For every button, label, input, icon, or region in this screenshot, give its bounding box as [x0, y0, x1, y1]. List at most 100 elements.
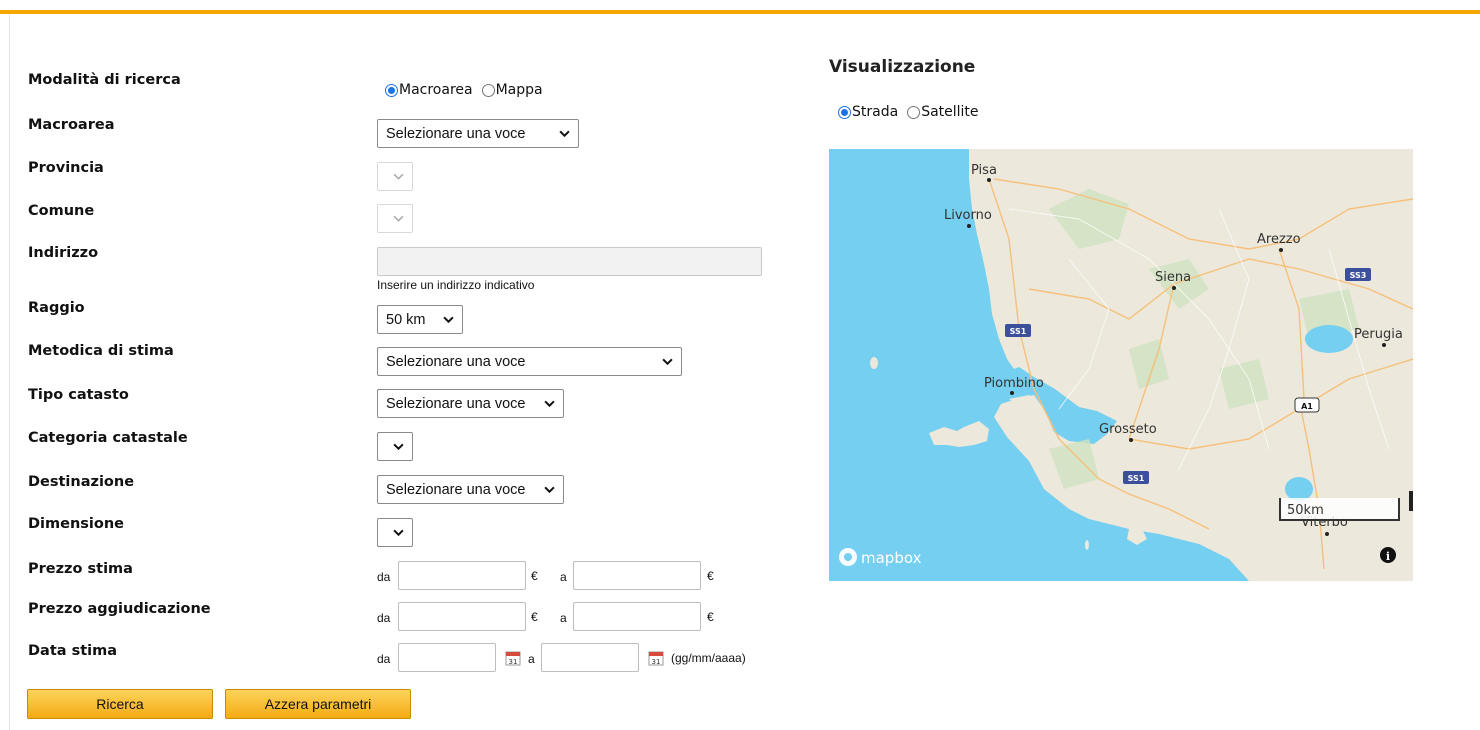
dimensione-select[interactable] — [377, 518, 413, 547]
city-label-arezzo: Arezzo — [1257, 232, 1301, 247]
chevron-down-icon — [662, 358, 673, 366]
chevron-down-icon — [393, 173, 404, 180]
road-label-a1: A1 — [1301, 402, 1313, 411]
label-metodica: Metodica di stima — [28, 343, 174, 359]
raggio-select-value: 50 km — [386, 311, 426, 328]
chevron-down-icon — [393, 443, 404, 451]
city-label-siena: Siena — [1155, 270, 1191, 285]
chevron-down-icon — [393, 215, 404, 222]
svg-text:i: i — [1386, 550, 1390, 563]
data-stima-from-input[interactable] — [398, 643, 496, 672]
currency-label: € — [531, 610, 538, 624]
chevron-down-icon — [559, 130, 570, 138]
provincia-select[interactable] — [377, 162, 413, 191]
radio-strada[interactable] — [838, 105, 851, 119]
city-label-grosseto: Grosseto — [1099, 422, 1157, 437]
search-button[interactable]: Ricerca — [27, 689, 213, 719]
map-style-radio-group: Strada Satellite — [838, 104, 988, 120]
label-macroarea: Macroarea — [28, 117, 115, 133]
modalita-radio-group: Macroarea Mappa — [385, 82, 552, 98]
road-label-ss3: SS3 — [1350, 271, 1367, 280]
prezzo-stima-from-input[interactable] — [398, 561, 526, 590]
prezzo-stima-from-label: da — [377, 570, 391, 584]
prezzo-agg-to-input[interactable] — [573, 602, 701, 631]
radio-strada-label[interactable]: Strada — [852, 104, 898, 120]
label-prezzo-aggiudicazione: Prezzo aggiudicazione — [28, 601, 211, 617]
data-stima-to-input[interactable] — [541, 643, 639, 672]
chevron-down-icon — [544, 400, 555, 408]
city-label-livorno: Livorno — [944, 208, 992, 223]
lake-trasimeno — [1305, 325, 1353, 353]
prezzo-stima-to-label: a — [560, 570, 567, 584]
tipo-catasto-select[interactable]: Selezionare una voce — [377, 389, 564, 418]
label-indirizzo: Indirizzo — [28, 245, 99, 261]
label-provincia: Provincia — [28, 160, 104, 176]
scale-label: 50km — [1287, 503, 1324, 518]
currency-label: € — [707, 610, 714, 624]
calendar-icon[interactable]: 31 — [505, 650, 521, 666]
data-stima-from-label: da — [377, 652, 391, 666]
chevron-down-icon — [544, 486, 555, 494]
mapbox-logo[interactable]: mapbox — [839, 548, 922, 567]
map-canvas[interactable]: Pisa Livorno Arezzo Siena Perugia Piombi… — [829, 149, 1413, 581]
raggio-select[interactable]: 50 km — [377, 305, 463, 334]
indirizzo-input[interactable] — [377, 247, 762, 276]
label-tipo-catasto: Tipo catasto — [28, 387, 129, 403]
label-modalita: Modalità di ricerca — [28, 72, 181, 88]
left-divider — [9, 14, 10, 730]
label-dimensione: Dimensione — [28, 516, 124, 532]
reset-button[interactable]: Azzera parametri — [225, 689, 411, 719]
categoria-select[interactable] — [377, 432, 413, 461]
macroarea-select[interactable]: Selezionare una voce — [377, 119, 579, 148]
tipo-catasto-select-value: Selezionare una voce — [386, 395, 526, 412]
prezzo-agg-from-input[interactable] — [398, 602, 526, 631]
road-shield-ss1-north: SS1 — [1005, 324, 1031, 337]
radio-satellite-label[interactable]: Satellite — [921, 104, 978, 120]
radio-satellite[interactable] — [907, 105, 921, 119]
attribution-text: mapbox — [861, 549, 922, 567]
city-label-pisa: Pisa — [971, 163, 997, 178]
road-shield-ss1-south: SS1 — [1123, 471, 1149, 484]
metodica-select[interactable]: Selezionare una voce — [377, 347, 682, 376]
data-stima-to-label: a — [528, 652, 535, 666]
map-view[interactable]: Pisa Livorno Arezzo Siena Perugia Piombi… — [829, 149, 1413, 581]
road-shield-ss3: SS3 — [1345, 268, 1371, 281]
chevron-down-icon — [393, 529, 404, 537]
label-destinazione: Destinazione — [28, 474, 135, 490]
radio-mappa[interactable] — [481, 83, 495, 97]
road-label-ss1: SS1 — [1128, 474, 1145, 483]
radio-macroarea-label[interactable]: Macroarea — [399, 82, 473, 98]
radio-mappa-label[interactable]: Mappa — [496, 82, 543, 98]
macroarea-select-value: Selezionare una voce — [386, 125, 526, 142]
label-data-stima: Data stima — [28, 643, 118, 659]
island-gorgona — [870, 357, 878, 369]
island-giglio — [1085, 540, 1089, 550]
road-shield-a1: A1 — [1294, 397, 1320, 413]
comune-select[interactable] — [377, 204, 413, 233]
map-panel-title: Visualizzazione — [829, 57, 976, 77]
destinazione-select-value: Selezionare una voce — [386, 481, 526, 498]
calendar-icon[interactable]: 31 — [648, 650, 664, 666]
label-comune: Comune — [28, 203, 95, 219]
label-prezzo-stima: Prezzo stima — [28, 561, 133, 577]
road-label-ss1: SS1 — [1010, 327, 1027, 336]
chevron-down-icon — [443, 316, 454, 324]
destinazione-select[interactable]: Selezionare una voce — [377, 475, 564, 504]
prezzo-stima-to-input[interactable] — [573, 561, 701, 590]
label-categoria: Categoria catastale — [28, 430, 188, 446]
city-label-piombino: Piombino — [984, 376, 1044, 391]
svg-text:31: 31 — [509, 658, 518, 666]
prezzo-agg-from-label: da — [377, 611, 391, 625]
info-icon[interactable]: i — [1380, 547, 1396, 563]
lake-bolsena — [1285, 477, 1313, 501]
top-accent-bar — [0, 0, 1480, 14]
currency-label: € — [707, 569, 714, 583]
date-format-hint: (gg/mm/aaaa) — [671, 651, 746, 665]
currency-label: € — [531, 569, 538, 583]
city-label-perugia: Perugia — [1354, 327, 1403, 342]
metodica-select-value: Selezionare una voce — [386, 353, 526, 370]
radio-macroarea[interactable] — [385, 83, 398, 97]
indirizzo-hint: Inserire un indirizzo indicativo — [377, 278, 535, 292]
svg-text:31: 31 — [652, 658, 661, 666]
label-raggio: Raggio — [28, 300, 85, 316]
